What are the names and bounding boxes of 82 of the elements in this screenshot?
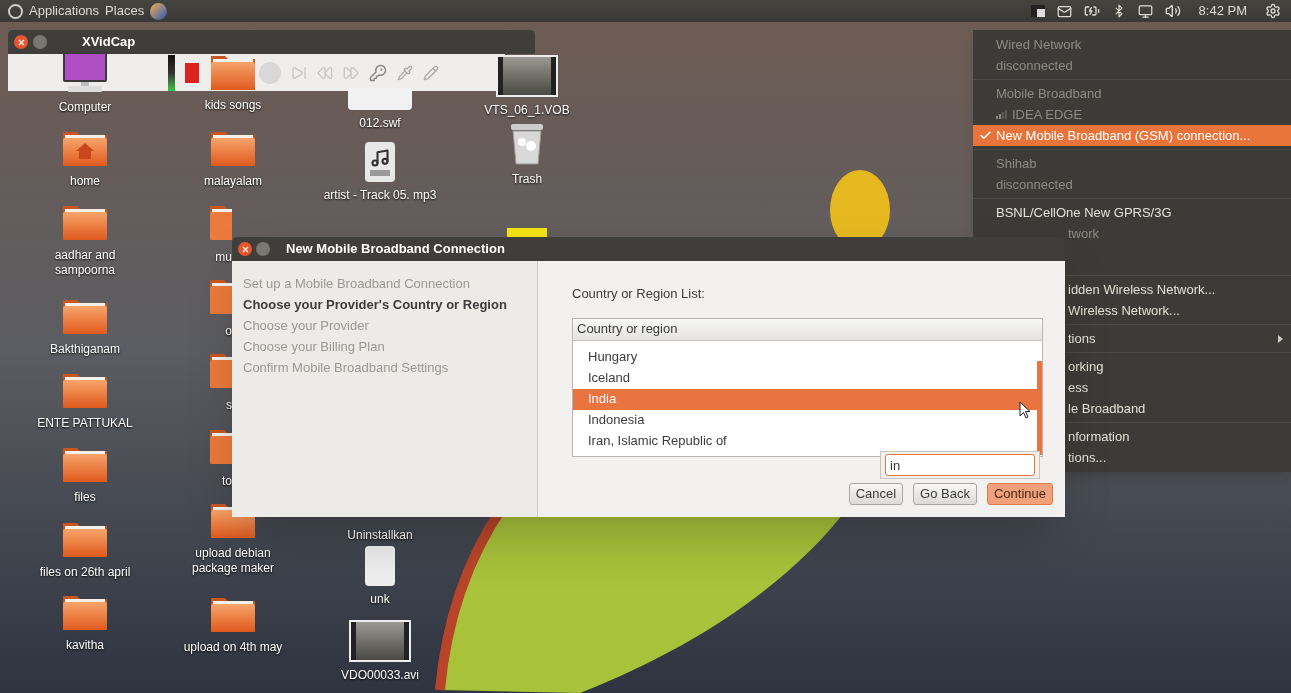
- minimize-icon[interactable]: [33, 35, 47, 49]
- stop-icon[interactable]: [185, 62, 199, 83]
- mail-icon[interactable]: [1056, 3, 1072, 19]
- icon-label[interactable]: Trash: [511, 172, 543, 187]
- icon-label[interactable]: VDO00033.avi: [340, 668, 419, 683]
- icon-label: s: [226, 398, 232, 413]
- menu-item-label: Wireless Network...: [1068, 301, 1181, 320]
- icon-label[interactable]: VTS_06_1.VOB: [484, 103, 570, 118]
- level-meter-icon: [168, 54, 175, 91]
- list-label: Country or Region List:: [572, 285, 706, 303]
- menu-item-label: BSNL/CellOne New GPRS/3G: [996, 203, 1173, 222]
- icon-label[interactable]: aadhar and sampoorna: [26, 248, 144, 278]
- dialog-button[interactable]: Continue: [986, 483, 1053, 505]
- menu-item-label: orking: [1068, 357, 1105, 376]
- wizard-step: Choose your Billing Plan: [243, 336, 537, 357]
- icon-label[interactable]: ENTE PATTUKAL: [37, 416, 133, 431]
- icon-label[interactable]: upload debian package maker: [174, 546, 292, 576]
- submenu-arrow-icon: [1278, 334, 1283, 343]
- menu-item[interactable]: BSNL/CellOne New GPRS/3G: [973, 202, 1291, 223]
- menu-item-label: le Broadband: [1068, 399, 1147, 418]
- column-header[interactable]: Country or region: [573, 318, 1042, 341]
- icon-label[interactable]: kids songs: [204, 98, 262, 113]
- dialog-button[interactable]: Go Back: [913, 483, 977, 505]
- icon-label: mu: [215, 250, 232, 265]
- wizard-step: Choose your Provider's Country or Region: [243, 294, 537, 315]
- menu-item-label: idden Wireless Network...: [1068, 280, 1217, 299]
- icon-label[interactable]: Bakthiganam: [49, 342, 120, 357]
- menu-item-label: Shihab: [996, 154, 1038, 173]
- list-row[interactable]: Iran, Islamic Republic of: [573, 430, 1037, 452]
- menu-item-label: ess: [1068, 378, 1090, 397]
- window-icon[interactable]: [1030, 5, 1045, 17]
- panel-menu[interactable]: Applications: [29, 1, 100, 21]
- icon-label[interactable]: files: [74, 490, 96, 505]
- scrollbar-thumb[interactable]: [1037, 360, 1042, 455]
- menu-item-label: Mobile Broadband: [996, 84, 1103, 103]
- file-icon: [365, 546, 395, 586]
- icon-label[interactable]: upload on 4th may: [183, 640, 283, 655]
- battery-icon[interactable]: [1083, 3, 1100, 19]
- icon-label[interactable]: 012.swf: [359, 116, 401, 131]
- icon-label[interactable]: artist - Track 05. mp3: [323, 188, 437, 203]
- list-row[interactable]: Indonesia: [573, 409, 1037, 431]
- icon-label: to: [222, 474, 232, 489]
- menu-item-label: tions...: [1068, 448, 1108, 467]
- window-title: XVidCap: [82, 33, 136, 52]
- menu-item-label: nformation: [1068, 427, 1131, 446]
- menu-item-label: IDEA EDGE: [1012, 105, 1084, 124]
- menu-item-label: disconnected: [996, 175, 1074, 194]
- icon-label[interactable]: Computer: [58, 100, 112, 115]
- settings-icon[interactable]: [1265, 3, 1281, 19]
- menu-item-label: tions: [1068, 329, 1097, 348]
- search-field[interactable]: in: [885, 454, 1035, 476]
- mouse-pointer-icon: [1019, 401, 1031, 419]
- icon-label: o: [225, 324, 232, 339]
- music-file-icon: [365, 142, 395, 182]
- wizard-step: Confirm Mobile Broadband Settings: [243, 357, 537, 378]
- list-row[interactable]: Iceland: [573, 367, 1037, 389]
- list-row[interactable]: Hungary: [573, 346, 1037, 368]
- menu-item-label: New Mobile Broadband (GSM) connection...: [996, 126, 1252, 145]
- wizard-step: Set up a Mobile Broadband Connection: [243, 273, 537, 294]
- close-icon[interactable]: [238, 242, 252, 256]
- icon-label[interactable]: kavitha: [66, 638, 104, 653]
- signal-icon: [996, 110, 1008, 119]
- icon-label[interactable]: Uninstallkan: [347, 528, 413, 543]
- clock[interactable]: 8:42 PM: [1198, 1, 1247, 21]
- dialog-button[interactable]: Cancel: [848, 483, 904, 505]
- panel-menu[interactable]: Places: [105, 1, 145, 21]
- icon-label[interactable]: files on 26th april: [39, 565, 131, 580]
- key-icon[interactable]: [369, 63, 387, 82]
- wizard-step: Choose your Provider: [243, 315, 537, 336]
- checkmark-icon: [979, 129, 992, 142]
- icon-label[interactable]: unk: [370, 592, 390, 607]
- volume-icon[interactable]: [1164, 3, 1181, 19]
- icon-label[interactable]: malayalam: [204, 174, 262, 189]
- menu-item-label: disconnected: [996, 56, 1074, 75]
- trash-icon: [509, 122, 545, 166]
- file-icon: [507, 228, 547, 237]
- menu-item-label: Wired Network: [996, 35, 1083, 54]
- menu-item-label: twork: [1068, 224, 1101, 243]
- video-thumbnail-icon: [349, 620, 411, 662]
- dialog-title: New Mobile Broadband Connection: [286, 240, 505, 259]
- close-icon[interactable]: [14, 35, 28, 49]
- icon-label[interactable]: home: [70, 174, 100, 189]
